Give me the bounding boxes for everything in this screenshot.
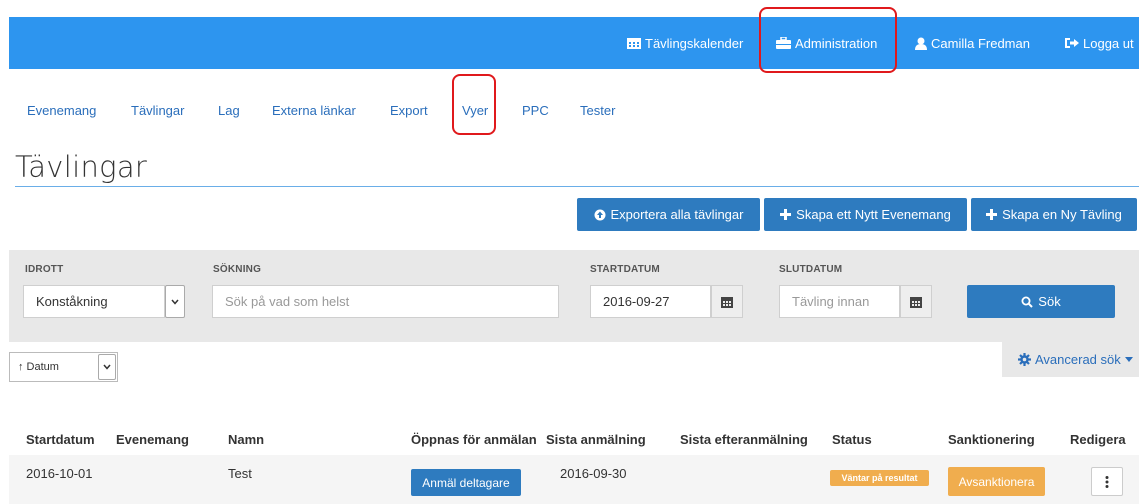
col-header-evenemang[interactable]: Evenemang (116, 432, 189, 447)
start-date-label: STARTDATUM (590, 264, 660, 275)
col-header-redigera: Redigera (1070, 432, 1126, 447)
subnav-tavlingar[interactable]: Tävlingar (131, 103, 184, 118)
new-event-button[interactable]: Skapa ett Nytt Evenemang (764, 198, 967, 231)
new-competition-button[interactable]: Skapa en Ny Tävling (971, 198, 1137, 231)
nav-logout-link[interactable]: Logga ut (1065, 17, 1134, 69)
nav-calendar-label: Tävlingskalender (645, 35, 744, 51)
administration-highlight (759, 7, 897, 73)
subnav-tester[interactable]: Tester (580, 103, 615, 118)
subnav-export[interactable]: Export (390, 103, 428, 118)
cell-sista-anmalning: 2016-09-30 (560, 466, 627, 481)
col-header-sista-anmalning[interactable]: Sista anmälning (546, 432, 646, 447)
advanced-search-toggle[interactable]: Avancerad sök (1002, 342, 1139, 377)
col-header-startdatum[interactable]: Startdatum (26, 432, 95, 447)
user-icon (915, 37, 927, 50)
calendar-icon (627, 38, 641, 49)
cell-startdatum: 2016-10-01 (26, 466, 93, 481)
status-badge-label: Väntar på resultat (841, 473, 918, 483)
new-event-label: Skapa ett Nytt Evenemang (796, 207, 951, 222)
cell-namn[interactable]: Test (228, 466, 252, 481)
plus-icon (986, 209, 998, 220)
sport-select-value: Konståkning (36, 294, 108, 309)
nav-calendar-link[interactable]: Tävlingskalender (627, 17, 743, 69)
subnav-lag[interactable]: Lag (218, 103, 240, 118)
kebab-menu-icon (1105, 475, 1109, 488)
calendar-icon (721, 296, 733, 308)
advanced-search-label: Avancerad sök (1035, 352, 1121, 367)
gear-icon (1018, 353, 1031, 366)
search-input[interactable]: Sök på vad som helst (212, 285, 559, 318)
search-input-placeholder: Sök på vad som helst (225, 294, 350, 309)
start-date-value: 2016-09-27 (603, 294, 670, 309)
chevron-down-icon (171, 299, 179, 305)
top-strip (0, 0, 1139, 17)
start-date-input[interactable]: 2016-09-27 (590, 285, 711, 318)
row-actions-menu-button[interactable] (1091, 467, 1123, 496)
col-header-sista-efteranmalning[interactable]: Sista efteranmälning (680, 432, 808, 447)
sport-label: IDROTT (25, 264, 64, 275)
sport-select[interactable]: Konståkning (23, 285, 165, 318)
end-date-label: SLUTDATUM (779, 264, 843, 275)
search-icon (1021, 296, 1034, 308)
nav-user-link[interactable]: Camilla Fredman (915, 17, 1030, 69)
plus-icon (780, 209, 792, 220)
query-label: SÖKNING (213, 264, 262, 275)
vyer-highlight (452, 74, 496, 135)
calendar-icon (910, 296, 922, 308)
logout-icon (1065, 38, 1079, 48)
status-badge: Väntar på resultat (830, 470, 929, 486)
sort-select-value: ↑ Datum (18, 361, 59, 373)
subnav-ppc[interactable]: PPC (522, 103, 549, 118)
top-navbar: Tävlingskalender Administration Camilla … (9, 17, 1139, 69)
new-competition-label: Skapa en Ny Tävling (1002, 207, 1122, 222)
subnav-evenemang[interactable]: Evenemang (27, 103, 96, 118)
page-title: Tävlingar (15, 150, 148, 184)
sport-select-arrow[interactable] (165, 285, 185, 318)
end-date-picker-button[interactable] (900, 285, 932, 318)
search-submit-label: Sök (1038, 294, 1061, 309)
subnav-externa-lankar[interactable]: Externa länkar (272, 103, 356, 118)
end-date-input[interactable]: Tävling innan (779, 285, 900, 318)
unsanction-button[interactable]: Avsanktionera (948, 467, 1045, 496)
search-submit-button[interactable]: Sök (967, 285, 1115, 318)
caret-down-icon (1124, 357, 1133, 362)
unsanction-label: Avsanktionera (958, 474, 1035, 489)
export-all-button[interactable]: Exportera alla tävlingar (577, 198, 760, 231)
col-header-status[interactable]: Status (832, 432, 872, 447)
end-date-placeholder: Tävling innan (792, 294, 870, 309)
col-header-sanktionering[interactable]: Sanktionering (948, 432, 1035, 447)
register-participants-button[interactable]: Anmäl deltagare (411, 469, 521, 496)
col-header-namn[interactable]: Namn (228, 432, 264, 447)
circle-arrow-up-icon (594, 209, 606, 220)
nav-logout-label: Logga ut (1083, 35, 1134, 51)
chevron-down-icon (103, 364, 111, 370)
start-date-picker-button[interactable] (711, 285, 743, 318)
sort-select-arrow[interactable] (98, 354, 116, 380)
nav-user-label: Camilla Fredman (931, 35, 1030, 51)
title-divider (15, 186, 1139, 187)
register-participants-label: Anmäl deltagare (422, 475, 510, 490)
export-all-label: Exportera alla tävlingar (610, 207, 744, 222)
col-header-oppnas[interactable]: Öppnas för anmälan (411, 432, 537, 447)
